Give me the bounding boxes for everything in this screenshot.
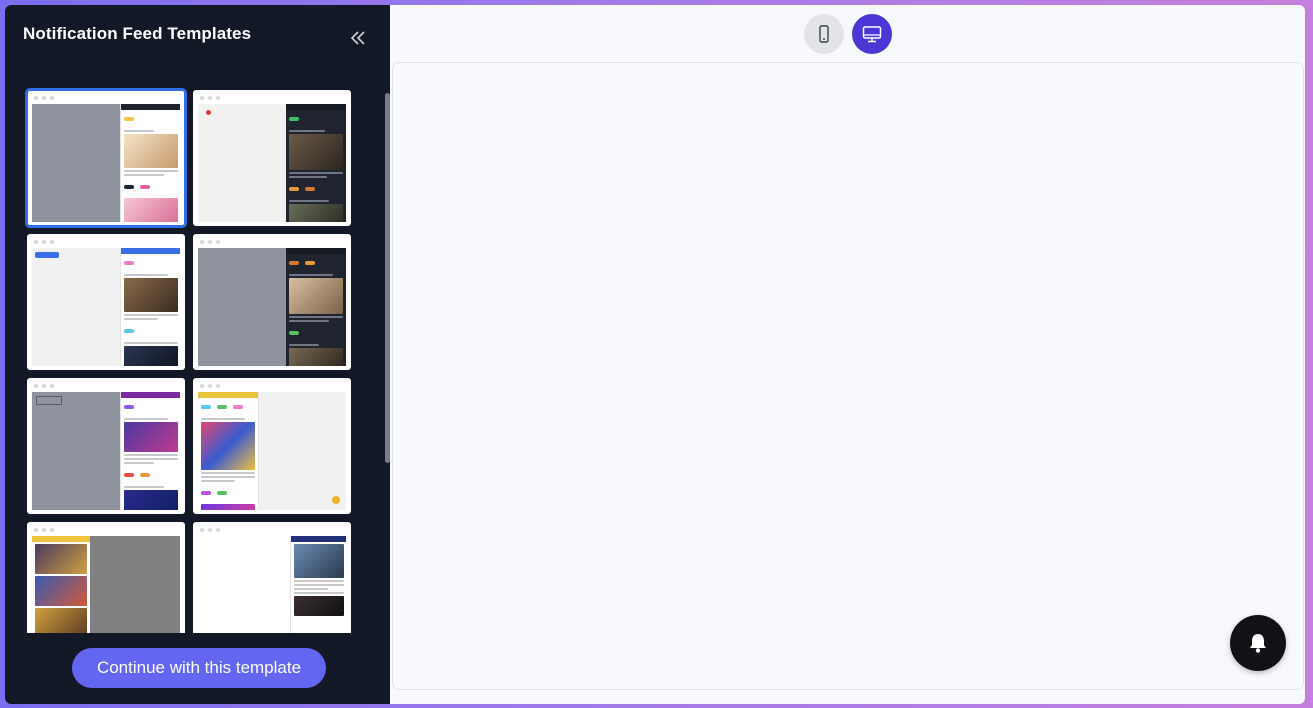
window-dots (200, 384, 220, 388)
template-thumbnail (198, 392, 346, 510)
preview-area (390, 5, 1305, 704)
template-card-4[interactable] (193, 234, 351, 370)
template-grid (25, 88, 351, 633)
bell-icon (1250, 634, 1266, 653)
notification-bell-button[interactable] (1230, 615, 1286, 671)
template-card-1[interactable] (25, 88, 187, 228)
template-thumbnail (32, 536, 180, 633)
template-thumbnail (198, 248, 346, 366)
template-card-8[interactable] (193, 522, 351, 633)
template-thumbnail (198, 536, 346, 633)
collapse-sidebar-button[interactable] (347, 27, 369, 49)
continue-with-template-button[interactable]: Continue with this template (72, 648, 326, 688)
desktop-monitor-icon (862, 26, 882, 43)
template-thumbnail (32, 392, 180, 510)
double-chevron-left-icon (350, 31, 365, 45)
window-dots (34, 96, 54, 100)
window-dots (200, 528, 220, 532)
window-dots (34, 384, 54, 388)
window-dots (34, 240, 54, 244)
sidebar-title: Notification Feed Templates (23, 24, 252, 43)
template-sidebar: Notification Feed Templates Continue wit… (5, 5, 390, 704)
template-card-3[interactable] (27, 234, 185, 370)
template-card-2[interactable] (193, 90, 351, 226)
template-thumbnail (32, 248, 180, 366)
template-thumbnail (32, 104, 180, 222)
window-dots (200, 240, 220, 244)
app-frame: Notification Feed Templates Continue wit… (5, 5, 1305, 704)
desktop-view-button[interactable] (852, 14, 892, 54)
window-dots (34, 528, 54, 532)
window-dots (200, 96, 220, 100)
mobile-view-button[interactable] (804, 14, 844, 54)
template-preview-canvas (392, 62, 1304, 690)
template-card-6[interactable] (193, 378, 351, 514)
template-thumbnail (198, 104, 346, 222)
template-card-5[interactable] (27, 378, 185, 514)
template-grid-scroll[interactable] (5, 87, 390, 633)
template-card-7[interactable] (27, 522, 185, 633)
mobile-phone-icon (819, 25, 829, 43)
